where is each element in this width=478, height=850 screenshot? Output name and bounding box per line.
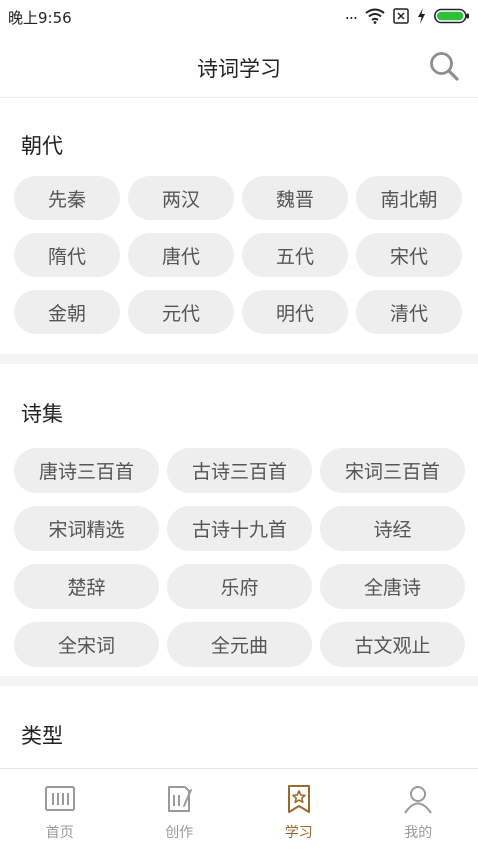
- dynasty-tag[interactable]: 魏晋: [242, 176, 348, 220]
- collection-tag[interactable]: 诗经: [320, 506, 465, 551]
- collection-tag[interactable]: 古诗三百首: [167, 448, 312, 493]
- tab-study[interactable]: 学习: [239, 769, 359, 850]
- dynasty-tag[interactable]: 五代: [242, 233, 348, 277]
- status-icons: ...: [345, 6, 470, 26]
- content-scroll[interactable]: 朝代 先秦 两汉 魏晋 南北朝 隋代 唐代 五代 宋代 金朝 元代 明代 清代 …: [0, 98, 478, 768]
- dynasty-tag[interactable]: 唐代: [128, 233, 234, 277]
- dynasty-section: 朝代 先秦 两汉 魏晋 南北朝 隋代 唐代 五代 宋代 金朝 元代 明代 清代: [0, 98, 478, 354]
- more-dots-icon: ...: [344, 4, 358, 23]
- tab-profile-label: 我的: [404, 825, 433, 841]
- collection-tag[interactable]: 古诗十九首: [167, 506, 312, 551]
- tab-create-label: 创作: [165, 825, 194, 841]
- dynasty-tag[interactable]: 隋代: [14, 233, 120, 277]
- battery-icon: [434, 8, 469, 24]
- collection-tag[interactable]: 全唐诗: [320, 564, 465, 609]
- collection-tag[interactable]: 宋词精选: [14, 506, 159, 551]
- dynasty-title: 朝代: [21, 134, 63, 158]
- profile-icon: [404, 786, 433, 814]
- status-time: 晚上9:56: [8, 9, 72, 27]
- collection-tag[interactable]: 古文观止: [320, 622, 465, 667]
- collections-section: 诗集 唐诗三百首 古诗三百首 宋词三百首 宋词精选 古诗十九首 诗经 楚辞 乐府…: [0, 364, 478, 676]
- dynasty-tag[interactable]: 两汉: [128, 176, 234, 220]
- dynasty-tags: 先秦 两汉 魏晋 南北朝 隋代 唐代 五代 宋代 金朝 元代 明代 清代: [0, 176, 478, 334]
- app-header: 诗词学习: [0, 34, 478, 98]
- section-divider: [0, 676, 478, 686]
- study-icon: [287, 785, 310, 813]
- collection-tags: 唐诗三百首 古诗三百首 宋词三百首 宋词精选 古诗十九首 诗经 楚辞 乐府 全唐…: [0, 448, 478, 667]
- dynasty-tag[interactable]: 元代: [128, 290, 234, 334]
- search-button[interactable]: [428, 50, 460, 82]
- page-title: 诗词学习: [197, 57, 281, 81]
- collection-tag[interactable]: 全元曲: [167, 622, 312, 667]
- types-section: 类型: [0, 686, 478, 768]
- tab-profile[interactable]: 我的: [359, 769, 478, 850]
- dynasty-tag[interactable]: 清代: [356, 290, 462, 334]
- home-icon: [44, 786, 75, 811]
- collection-tag[interactable]: 乐府: [167, 564, 312, 609]
- no-sim-icon: [393, 8, 409, 24]
- search-icon: [430, 52, 459, 81]
- section-divider: [0, 354, 478, 364]
- bottom-tab-bar: 首页 创作 学习 我的: [0, 768, 478, 850]
- tab-study-label: 学习: [284, 825, 313, 841]
- tab-home[interactable]: 首页: [0, 769, 120, 850]
- dynasty-tag[interactable]: 宋代: [356, 233, 462, 277]
- tab-create[interactable]: 创作: [120, 769, 240, 850]
- collection-tag[interactable]: 全宋词: [14, 622, 159, 667]
- dynasty-tag[interactable]: 先秦: [14, 176, 120, 220]
- types-title: 类型: [21, 724, 63, 748]
- dynasty-tag[interactable]: 金朝: [14, 290, 120, 334]
- collection-tag[interactable]: 宋词三百首: [320, 448, 465, 493]
- wifi-icon: [365, 8, 385, 24]
- status-bar: 晚上9:56 ...: [0, 0, 478, 34]
- dynasty-tag[interactable]: 南北朝: [356, 176, 462, 220]
- write-icon: [168, 786, 193, 812]
- charging-icon: [418, 8, 425, 24]
- tab-home-label: 首页: [45, 825, 74, 841]
- dynasty-tag[interactable]: 明代: [242, 290, 348, 334]
- collection-tag[interactable]: 唐诗三百首: [14, 448, 159, 493]
- collections-title: 诗集: [21, 402, 63, 426]
- collection-tag[interactable]: 楚辞: [14, 564, 159, 609]
